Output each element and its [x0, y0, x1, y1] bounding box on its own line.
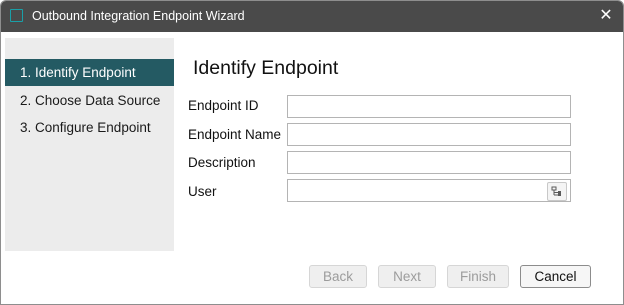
endpoint-id-label: Endpoint ID: [188, 98, 259, 113]
user-picker-icon[interactable]: [547, 182, 567, 201]
user-label: User: [188, 184, 217, 199]
description-input[interactable]: [287, 151, 571, 174]
wizard-window: Outbound Integration Endpoint Wizard ✕ 1…: [0, 0, 624, 305]
step-configure-endpoint[interactable]: 3. Configure Endpoint: [5, 114, 174, 141]
finish-button[interactable]: Finish: [447, 265, 509, 288]
endpoint-name-input[interactable]: [287, 123, 571, 146]
page-title: Identify Endpoint: [193, 57, 339, 79]
wizard-steps-sidebar: 1. Identify Endpoint 2. Choose Data Sour…: [5, 38, 174, 251]
back-button[interactable]: Back: [309, 265, 367, 288]
endpoint-name-label: Endpoint Name: [188, 127, 282, 142]
endpoint-id-input[interactable]: [287, 95, 571, 118]
next-button[interactable]: Next: [378, 265, 436, 288]
title-bar[interactable]: Outbound Integration Endpoint Wizard ✕: [1, 1, 623, 32]
step-choose-data-source[interactable]: 2. Choose Data Source: [5, 87, 174, 114]
user-input[interactable]: [287, 179, 571, 202]
window-title: Outbound Integration Endpoint Wizard: [32, 9, 245, 23]
close-icon[interactable]: ✕: [595, 5, 617, 27]
description-label: Description: [188, 155, 256, 170]
cancel-button[interactable]: Cancel: [520, 265, 591, 288]
step-identify-endpoint[interactable]: 1. Identify Endpoint: [5, 59, 174, 86]
window-app-icon: [10, 9, 23, 22]
